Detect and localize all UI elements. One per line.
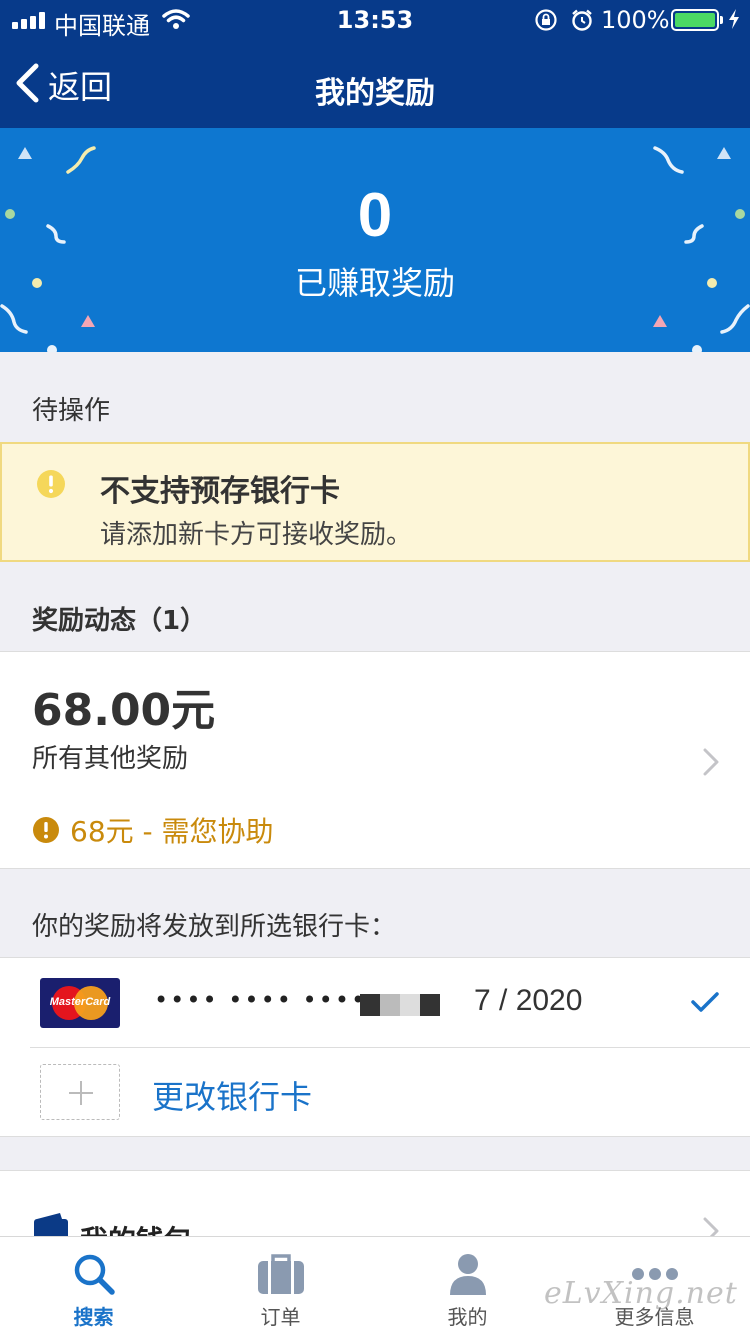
warning-banner: 不支持预存银行卡 请添加新卡方可接收奖励。 — [0, 442, 750, 562]
battery-percent: 100% — [601, 6, 670, 34]
alarm-icon — [570, 8, 594, 38]
reward-description: 所有其他奖励 — [32, 744, 189, 774]
change-card-button[interactable]: 更改银行卡 — [0, 1048, 750, 1138]
mastercard-logo: MasterCard — [40, 978, 120, 1028]
charging-icon — [727, 8, 741, 36]
wallet-item[interactable]: 我的钱包 — [0, 1170, 750, 1240]
rotation-lock-icon — [534, 8, 558, 38]
earned-rewards-value: 0 — [357, 181, 393, 250]
warning-icon — [36, 469, 66, 503]
earned-rewards-banner: 0 已赚取奖励 — [0, 128, 750, 352]
add-card-icon — [40, 1064, 120, 1120]
change-card-label: 更改银行卡 — [152, 1078, 313, 1116]
chevron-right-icon — [703, 748, 719, 780]
reward-status-text: 68元 - 需您协助 — [70, 815, 274, 848]
card-number: •••• •••• •••• — [154, 986, 368, 1014]
checkmark-icon — [690, 990, 720, 1018]
top-bar: 中国联通 13:53 100% 返回 我的奖励 — [0, 0, 750, 128]
earned-rewards-label: 已赚取奖励 — [294, 264, 455, 302]
bank-card-list: MasterCard •••• •••• •••• 7 / 2020 更改银行卡 — [0, 957, 750, 1137]
battery-icon — [671, 9, 723, 31]
status-bar: 中国联通 13:53 100% — [0, 0, 750, 40]
tab-label: 订单 — [260, 1305, 301, 1329]
pending-heading: 待操作 — [32, 396, 111, 426]
reward-amount: 68.00元 — [32, 685, 216, 736]
card-number-redacted — [360, 994, 440, 1016]
briefcase-icon — [187, 1251, 374, 1297]
watermark: eLvXing.net — [544, 1276, 738, 1311]
reward-item[interactable]: 68.00元 所有其他奖励 68元 - 需您协助 — [0, 651, 750, 869]
warning-text: 请添加新卡方可接收奖励。 — [100, 520, 413, 550]
search-icon — [0, 1251, 187, 1297]
tab-label: 我的 — [447, 1305, 488, 1329]
tab-profile[interactable]: 我的 — [374, 1237, 561, 1334]
payout-heading: 你的奖励将发放到所选银行卡： — [32, 912, 397, 942]
reward-status: 68元 - 需您协助 — [32, 810, 274, 850]
warning-title: 不支持预存银行卡 — [100, 474, 340, 509]
activity-heading: 奖励动态（1） — [32, 606, 207, 636]
tab-label: 搜索 — [73, 1305, 114, 1329]
bank-card-row[interactable]: MasterCard •••• •••• •••• 7 / 2020 — [0, 958, 750, 1048]
card-expiry: 7 / 2020 — [474, 984, 583, 1017]
card-brand: MasterCard — [49, 996, 111, 1008]
tab-orders[interactable]: 订单 — [187, 1237, 374, 1334]
page-title: 我的奖励 — [315, 76, 435, 111]
person-icon — [374, 1251, 561, 1297]
tab-search[interactable]: 搜索 — [0, 1237, 187, 1334]
alert-icon — [33, 817, 59, 843]
